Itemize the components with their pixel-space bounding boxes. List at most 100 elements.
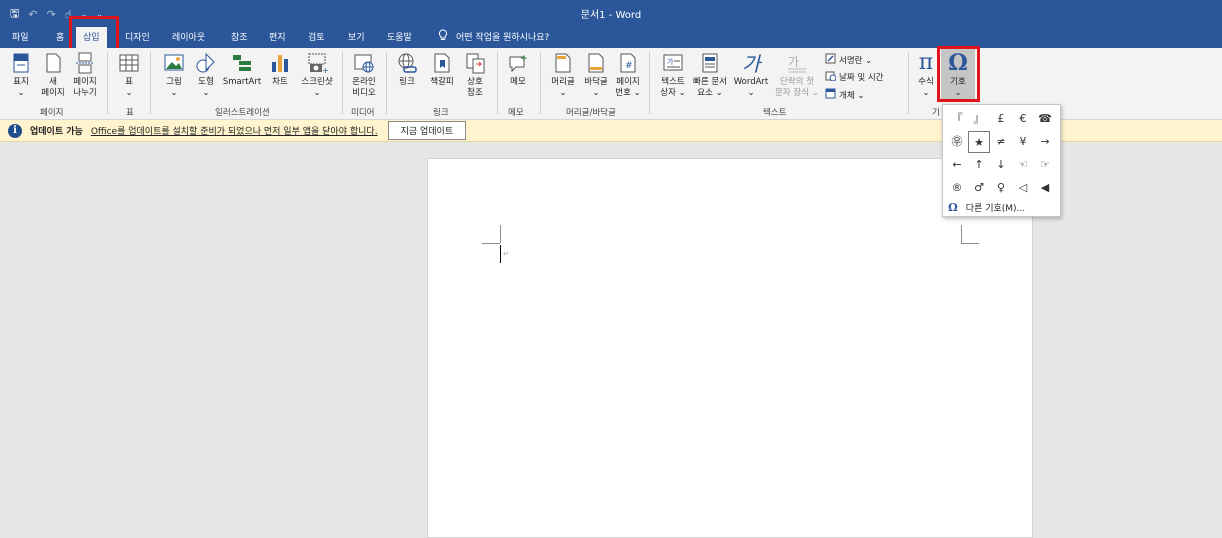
illustrations-group-label: 일러스트레이션	[215, 108, 270, 118]
cover-page-button[interactable]: 표지 ⌄	[6, 52, 36, 99]
calendar-clock-icon	[825, 70, 837, 84]
signature-line-button[interactable]: 서명란 ⌄	[825, 53, 872, 67]
tab-view[interactable]: 보기	[348, 30, 365, 43]
svg-text:+: +	[520, 54, 528, 64]
text-box-icon: 가	[662, 52, 684, 74]
table-group-label: 표	[126, 108, 134, 118]
page-number-button[interactable]: # 페이지 번호 ⌄	[612, 52, 644, 99]
symbol-cell[interactable]: €	[1012, 108, 1034, 130]
header-icon	[552, 52, 574, 74]
symbol-cell[interactable]: ◀	[1034, 177, 1056, 199]
object-icon	[825, 88, 836, 102]
wordart-button[interactable]: 가 WordArt ⌄	[732, 52, 770, 99]
symbol-cell[interactable]: ♂	[968, 177, 990, 199]
group-separator	[649, 52, 650, 114]
tab-review[interactable]: 검토	[308, 30, 325, 43]
link-icon	[396, 52, 418, 74]
object-button[interactable]: 개체 ⌄	[825, 88, 864, 102]
info-icon: i	[8, 123, 22, 138]
symbol-cell[interactable]: ¥	[1012, 131, 1034, 153]
drop-cap-icon: 가	[786, 52, 808, 74]
tell-me-box[interactable]: 어떤 작업을 원하시나요?	[438, 29, 549, 44]
screenshot-button[interactable]: + 스크린샷 ⌄	[296, 52, 338, 99]
online-video-button[interactable]: 온라인 비디오	[347, 52, 381, 99]
equation-button[interactable]: π 수식 ⌄	[913, 52, 939, 99]
tab-file[interactable]: 파일	[12, 30, 29, 43]
tab-design[interactable]: 디자인	[125, 30, 150, 43]
tab-mailings[interactable]: 편지	[269, 30, 286, 43]
tab-home[interactable]: 홈	[56, 30, 64, 43]
symbol-cell[interactable]: ®	[946, 177, 968, 199]
group-separator	[342, 52, 343, 114]
text-box-button[interactable]: 가 텍스트 상자 ⌄	[654, 52, 692, 99]
cross-reference-button[interactable]: 상호 참조	[460, 52, 490, 99]
margin-crop-mark	[482, 243, 500, 244]
date-time-button[interactable]: 날짜 및 시간	[825, 70, 884, 84]
group-separator	[540, 52, 541, 114]
symbols-group-label: 기	[932, 108, 940, 118]
blank-page-icon	[42, 52, 64, 74]
symbol-cell[interactable]: →	[1034, 131, 1056, 153]
symbol-cell[interactable]: ㉾	[946, 131, 968, 153]
table-icon	[118, 52, 140, 74]
symbol-dropdown-menu: 『 』 £ € ☎ ㉾ ★ ≠ ¥ → ← ↑ ↓ ☜ ☞ ® ♂ ♀ ◁ ◀ …	[942, 104, 1061, 217]
group-separator	[150, 52, 151, 114]
svg-text:가: 가	[742, 54, 762, 74]
symbol-cell[interactable]: ◁	[1012, 177, 1034, 199]
symbol-cell[interactable]: ☜	[1012, 154, 1034, 176]
symbol-cell[interactable]: £	[990, 108, 1012, 130]
symbol-cell[interactable]: ←	[946, 154, 968, 176]
symbol-cell[interactable]: 『	[946, 108, 968, 130]
lightbulb-icon	[438, 29, 448, 44]
smartart-button[interactable]: SmartArt	[222, 52, 262, 88]
symbol-cell-selected[interactable]: ★	[968, 131, 990, 153]
footer-button[interactable]: 바닥글 ⌄	[580, 52, 612, 99]
bookmark-button[interactable]: 책갈피	[426, 52, 458, 88]
footer-icon	[585, 52, 607, 74]
update-message-link[interactable]: Office를 업데이트를 설치할 준비가 되었으나 먼저 일부 앱을 닫아야 …	[91, 124, 378, 137]
chart-button[interactable]: 차트	[266, 52, 294, 88]
shapes-button[interactable]: 도형 ⌄	[192, 52, 220, 99]
omega-icon: Ω	[948, 201, 958, 214]
shapes-icon	[195, 52, 217, 74]
comment-button[interactable]: + 메모	[503, 52, 533, 88]
blank-page-button[interactable]: 새 페이지	[38, 52, 68, 99]
symbol-cell[interactable]: ↓	[990, 154, 1012, 176]
margin-crop-mark	[500, 225, 501, 243]
screenshot-icon: +	[306, 52, 329, 75]
link-button[interactable]: 링크	[392, 52, 422, 88]
svg-text:#: #	[625, 61, 633, 71]
group-separator	[386, 52, 387, 114]
svg-text:+: +	[322, 66, 328, 74]
header-button[interactable]: 머리글 ⌄	[546, 52, 580, 99]
group-separator	[107, 52, 108, 114]
page-break-button[interactable]: 페이지 나누기	[68, 52, 102, 99]
more-symbols-item[interactable]: Ω 다른 기호(M)...	[948, 201, 1025, 214]
svg-text:가: 가	[788, 55, 799, 69]
margin-crop-mark	[961, 225, 962, 243]
picture-button[interactable]: 그림 ⌄	[160, 52, 188, 99]
update-now-button[interactable]: 지금 업데이트	[387, 121, 467, 140]
table-button[interactable]: 표 ⌄	[114, 52, 144, 99]
tab-layout[interactable]: 레이아웃	[172, 30, 205, 43]
svg-text:가: 가	[667, 57, 674, 66]
tell-me-text: 어떤 작업을 원하시나요?	[456, 33, 550, 43]
symbol-cell[interactable]: ≠	[990, 131, 1012, 153]
symbol-cell[interactable]: ☞	[1034, 154, 1056, 176]
tab-help[interactable]: 도움말	[387, 30, 412, 43]
smartart-icon	[231, 52, 253, 74]
chart-icon	[269, 52, 291, 74]
quick-parts-button[interactable]: 빠른 문서 요소 ⌄	[690, 52, 730, 99]
more-symbols-label: 다른 기호(M)...	[965, 204, 1026, 214]
tab-references[interactable]: 참조	[231, 30, 248, 43]
pi-icon: π	[918, 50, 934, 75]
symbol-cell[interactable]: ↑	[968, 154, 990, 176]
symbol-cell[interactable]: 』	[968, 108, 990, 130]
drop-cap-button[interactable]: 가 단락의 첫 문자 장식 ⌄	[772, 52, 822, 99]
group-separator	[497, 52, 498, 114]
symbol-cell[interactable]: ☎	[1034, 108, 1056, 130]
page-number-icon: #	[617, 52, 639, 74]
symbol-cell[interactable]: ♀	[990, 177, 1012, 199]
ribbon-tabs: 파일 홈 삽입 디자인 레이아웃 참조 편지 검토 보기 도움말 어떤 작업을 …	[0, 24, 1222, 48]
picture-icon	[163, 52, 185, 74]
